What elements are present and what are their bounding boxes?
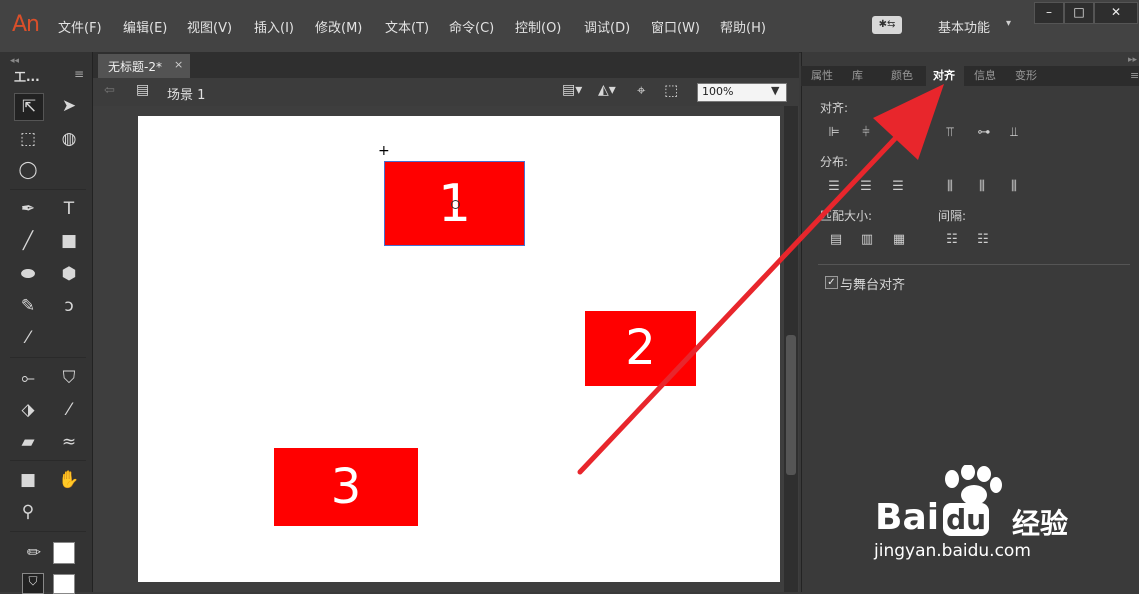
- baidu-du-logo: du: [943, 502, 990, 536]
- annotation-arrow-shaft: [577, 125, 908, 475]
- watermark-brand-bai: Bai: [875, 497, 940, 538]
- watermark-brand-cn: 经验: [1012, 507, 1069, 540]
- watermark-url: jingyan.baidu.com: [874, 541, 1031, 561]
- watermark-brand: Bai du: [875, 497, 990, 538]
